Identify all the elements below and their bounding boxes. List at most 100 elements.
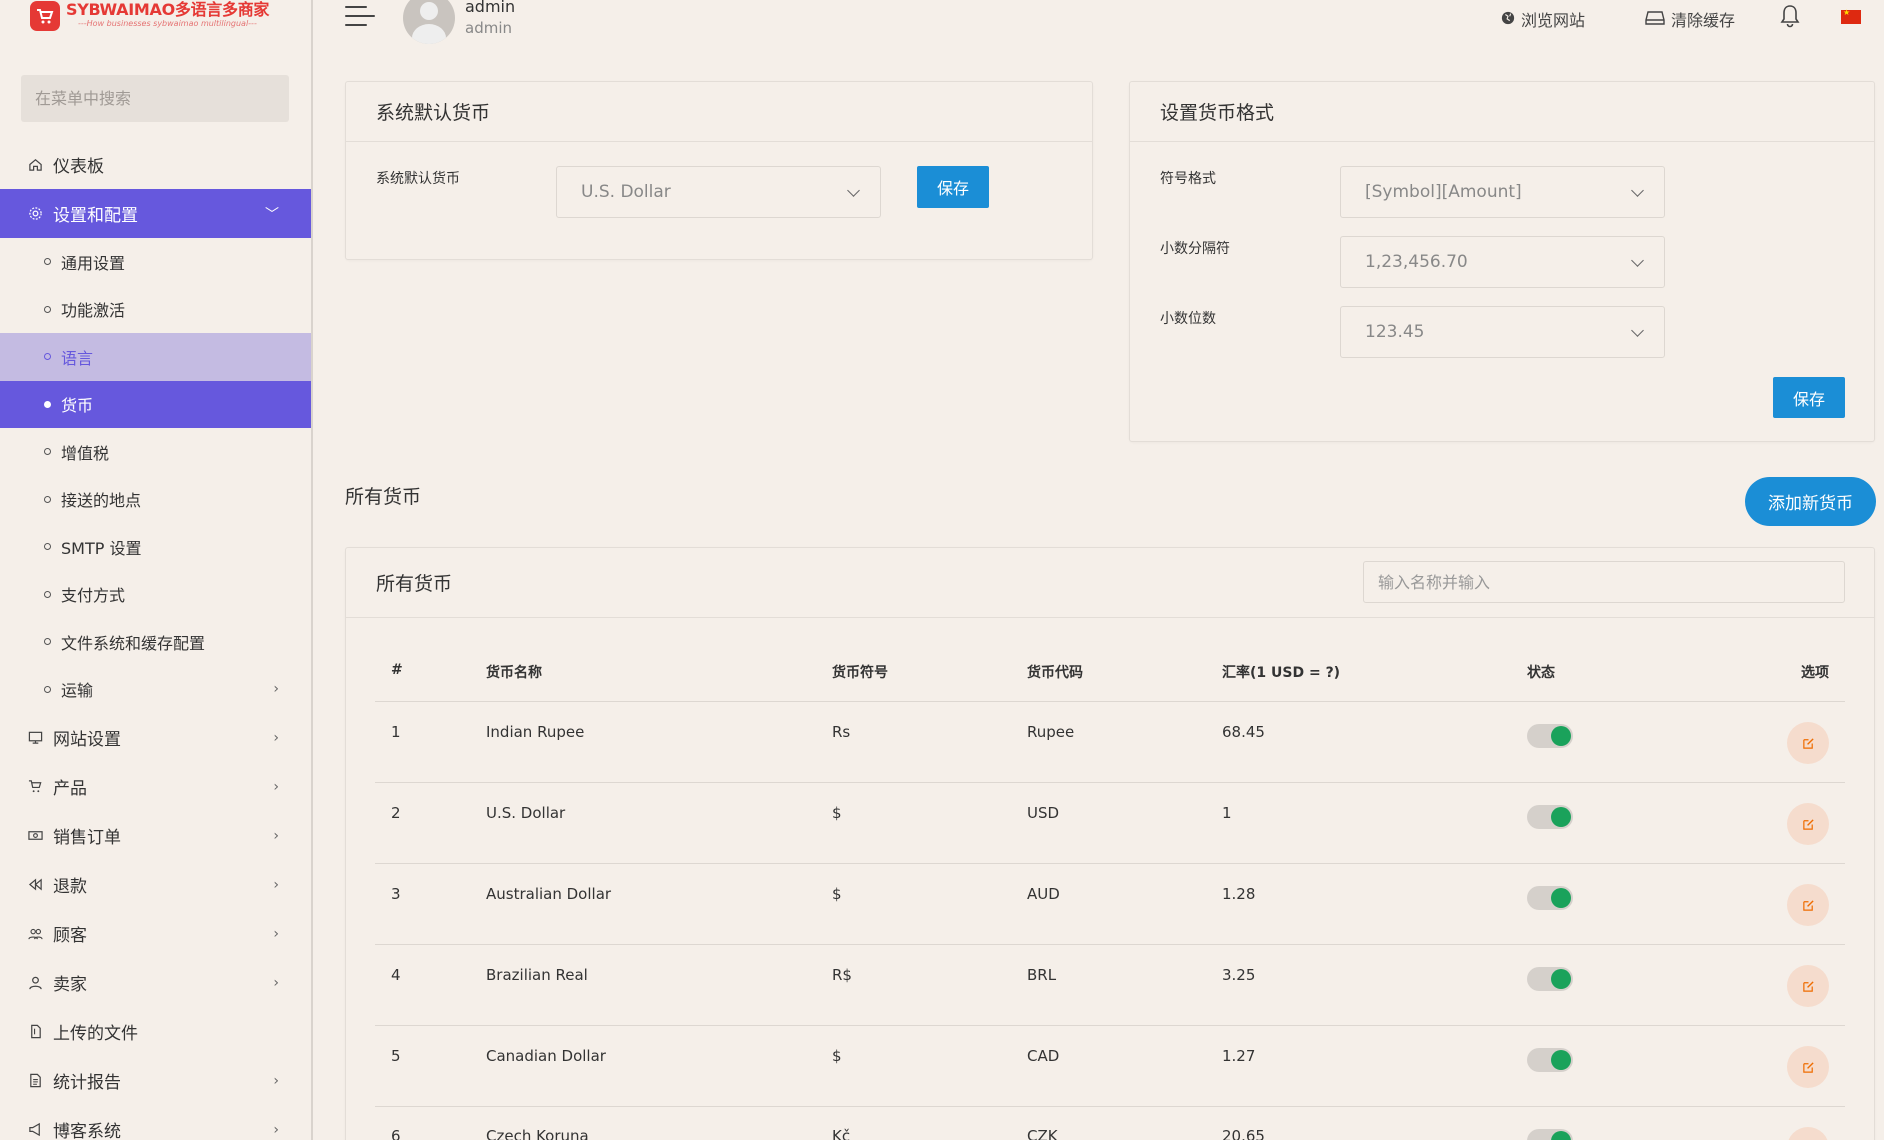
sidebar-subitem-features[interactable]: 功能激活 — [0, 286, 311, 334]
monitor-icon — [28, 730, 43, 745]
avatar[interactable] — [403, 0, 455, 44]
edit-button[interactable] — [1787, 884, 1829, 926]
cell-index: 5 — [391, 1047, 401, 1065]
chevron-right-icon: › — [273, 681, 279, 698]
currency-search-input[interactable] — [1363, 561, 1845, 603]
sidebar-item-orders[interactable]: 销售订单 › — [0, 811, 311, 860]
edit-button[interactable] — [1787, 1127, 1829, 1140]
sidebar-item-uploads[interactable]: 上传的文件 — [0, 1007, 311, 1056]
status-toggle[interactable] — [1527, 1048, 1573, 1072]
browse-website-link[interactable]: 浏览网站 — [1501, 7, 1585, 31]
gear-icon — [28, 206, 43, 221]
sidebar-item-blog[interactable]: 博客系统 › — [0, 1105, 311, 1140]
sidebar-item-reports[interactable]: 统计报告 › — [0, 1056, 311, 1105]
logo-subtitle: ---How businesses sybwaimao multilingual… — [78, 19, 257, 28]
column-header-code: 货币代码 — [1027, 665, 1083, 681]
decimal-separator-label: 小数分隔符 — [1160, 241, 1230, 257]
sidebar-item-website[interactable]: 网站设置 › — [0, 713, 311, 762]
status-toggle[interactable] — [1527, 1129, 1573, 1140]
sidebar-item-sellers[interactable]: 卖家 › — [0, 958, 311, 1007]
sidebar-subitem-filesystem[interactable]: 文件系统和缓存配置 — [0, 618, 311, 666]
sidebar-item-settings[interactable]: 设置和配置 ﹀ — [0, 189, 311, 238]
menu-search-input[interactable] — [21, 75, 289, 122]
status-toggle[interactable] — [1527, 805, 1573, 829]
edit-button[interactable] — [1787, 1046, 1829, 1088]
chevron-down-icon: ﹀ — [265, 206, 279, 223]
status-toggle[interactable] — [1527, 967, 1573, 991]
sidebar-subitem-label: SMTP 设置 — [61, 538, 142, 558]
chevron-right-icon: › — [273, 925, 279, 942]
edit-button[interactable] — [1787, 803, 1829, 845]
bell-icon[interactable] — [1779, 4, 1801, 28]
chevron-right-icon: › — [273, 827, 279, 844]
cell-symbol: R$ — [832, 966, 852, 984]
sidebar-item-products[interactable]: 产品 › — [0, 762, 311, 811]
edit-button[interactable] — [1787, 965, 1829, 1007]
cell-rate: 20.65 — [1222, 1127, 1265, 1140]
cell-name: Canadian Dollar — [486, 1047, 606, 1065]
status-toggle[interactable] — [1527, 886, 1573, 910]
currency-format-title: 设置货币格式 — [1130, 82, 1874, 142]
sidebar: SYBWAIMAO多语言多商家 ---How businesses sybwai… — [0, 0, 313, 1140]
decimal-separator-value: 1,23,456.70 — [1365, 252, 1468, 272]
circle-bullet-icon — [44, 305, 51, 313]
sidebar-subitem-label: 增值税 — [61, 443, 110, 463]
sidebar-item-label: 网站设置 — [53, 730, 121, 750]
cell-code: BRL — [1027, 966, 1057, 984]
sidebar-subitem-pickup[interactable]: 接送的地点 — [0, 476, 311, 524]
symbol-format-select[interactable]: [Symbol][Amount] — [1340, 166, 1665, 218]
menu-toggle-icon[interactable] — [345, 6, 375, 30]
cell-code: USD — [1027, 804, 1060, 822]
cell-symbol: $ — [832, 1047, 842, 1065]
sidebar-item-customers[interactable]: 顾客 › — [0, 909, 311, 958]
column-header-rate: 汇率(1 USD = ?) — [1222, 665, 1341, 681]
decimal-separator-select[interactable]: 1,23,456.70 — [1340, 236, 1665, 288]
cell-name: Czech Koruna — [486, 1127, 589, 1140]
sidebar-subitem-currency[interactable]: 货币 — [0, 380, 311, 428]
circle-bullet-icon — [44, 495, 51, 503]
sidebar-subitem-label: 货币 — [61, 396, 94, 416]
save-default-currency-button[interactable]: 保存 — [917, 166, 989, 208]
logo[interactable]: SYBWAIMAO多语言多商家 ---How businesses sybwai… — [30, 0, 269, 36]
china-flag-icon[interactable] — [1841, 8, 1861, 24]
sidebar-item-label: 设置和配置 — [53, 206, 138, 226]
edit-button[interactable] — [1787, 722, 1829, 764]
cell-symbol: $ — [832, 804, 842, 822]
sidebar-item-label: 顾客 — [53, 926, 87, 946]
sidebar-subitem-label: 支付方式 — [61, 586, 126, 606]
sidebar-subitem-shipping[interactable]: 运输 › — [0, 666, 311, 714]
user-name[interactable]: admin — [465, 0, 515, 16]
cell-code: CZK — [1027, 1127, 1058, 1140]
sidebar-subitem-language[interactable]: 语言 — [0, 333, 311, 381]
sidebar-item-refunds[interactable]: 退款 › — [0, 860, 311, 909]
table-row: 1 Indian Rupee Rs Rupee 68.45 — [375, 702, 1845, 783]
cell-index: 2 — [391, 804, 401, 822]
save-currency-format-button[interactable]: 保存 — [1773, 377, 1845, 418]
cell-rate: 1.27 — [1222, 1047, 1256, 1065]
decimal-places-value: 123.45 — [1365, 322, 1425, 342]
status-toggle[interactable] — [1527, 724, 1573, 748]
sidebar-subitem-smtp[interactable]: SMTP 设置 — [0, 523, 311, 571]
chevron-right-icon: › — [273, 876, 279, 893]
default-currency-select[interactable]: U.S. Dollar — [556, 166, 881, 218]
clear-cache-link[interactable]: 清除缓存 — [1645, 7, 1735, 31]
sidebar-subitem-payment[interactable]: 支付方式 — [0, 571, 311, 619]
sidebar-subitem-general[interactable]: 通用设置 — [0, 238, 311, 286]
cell-index: 4 — [391, 966, 401, 984]
table-row: 4 Brazilian Real R$ BRL 3.25 — [375, 945, 1845, 1026]
circle-bullet-icon — [44, 400, 51, 408]
circle-bullet-icon — [44, 353, 51, 361]
sidebar-item-label: 仪表板 — [53, 157, 104, 177]
folder-icon — [28, 1024, 43, 1039]
cell-code: Rupee — [1027, 723, 1075, 741]
edit-icon — [1802, 899, 1814, 911]
sidebar-item-dashboard[interactable]: 仪表板 — [0, 140, 311, 189]
table-row: 6 Czech Koruna Kč CZK 20.65 — [375, 1107, 1845, 1140]
sidebar-subitem-vat[interactable]: 增值税 — [0, 428, 311, 476]
chevron-down-icon — [1631, 184, 1644, 197]
decimal-places-select[interactable]: 123.45 — [1340, 306, 1665, 358]
globe-icon — [1501, 10, 1515, 29]
all-currencies-section-title: 所有货币 — [345, 486, 422, 508]
add-currency-button[interactable]: 添加新货币 — [1745, 477, 1876, 526]
edit-icon — [1802, 1061, 1814, 1073]
